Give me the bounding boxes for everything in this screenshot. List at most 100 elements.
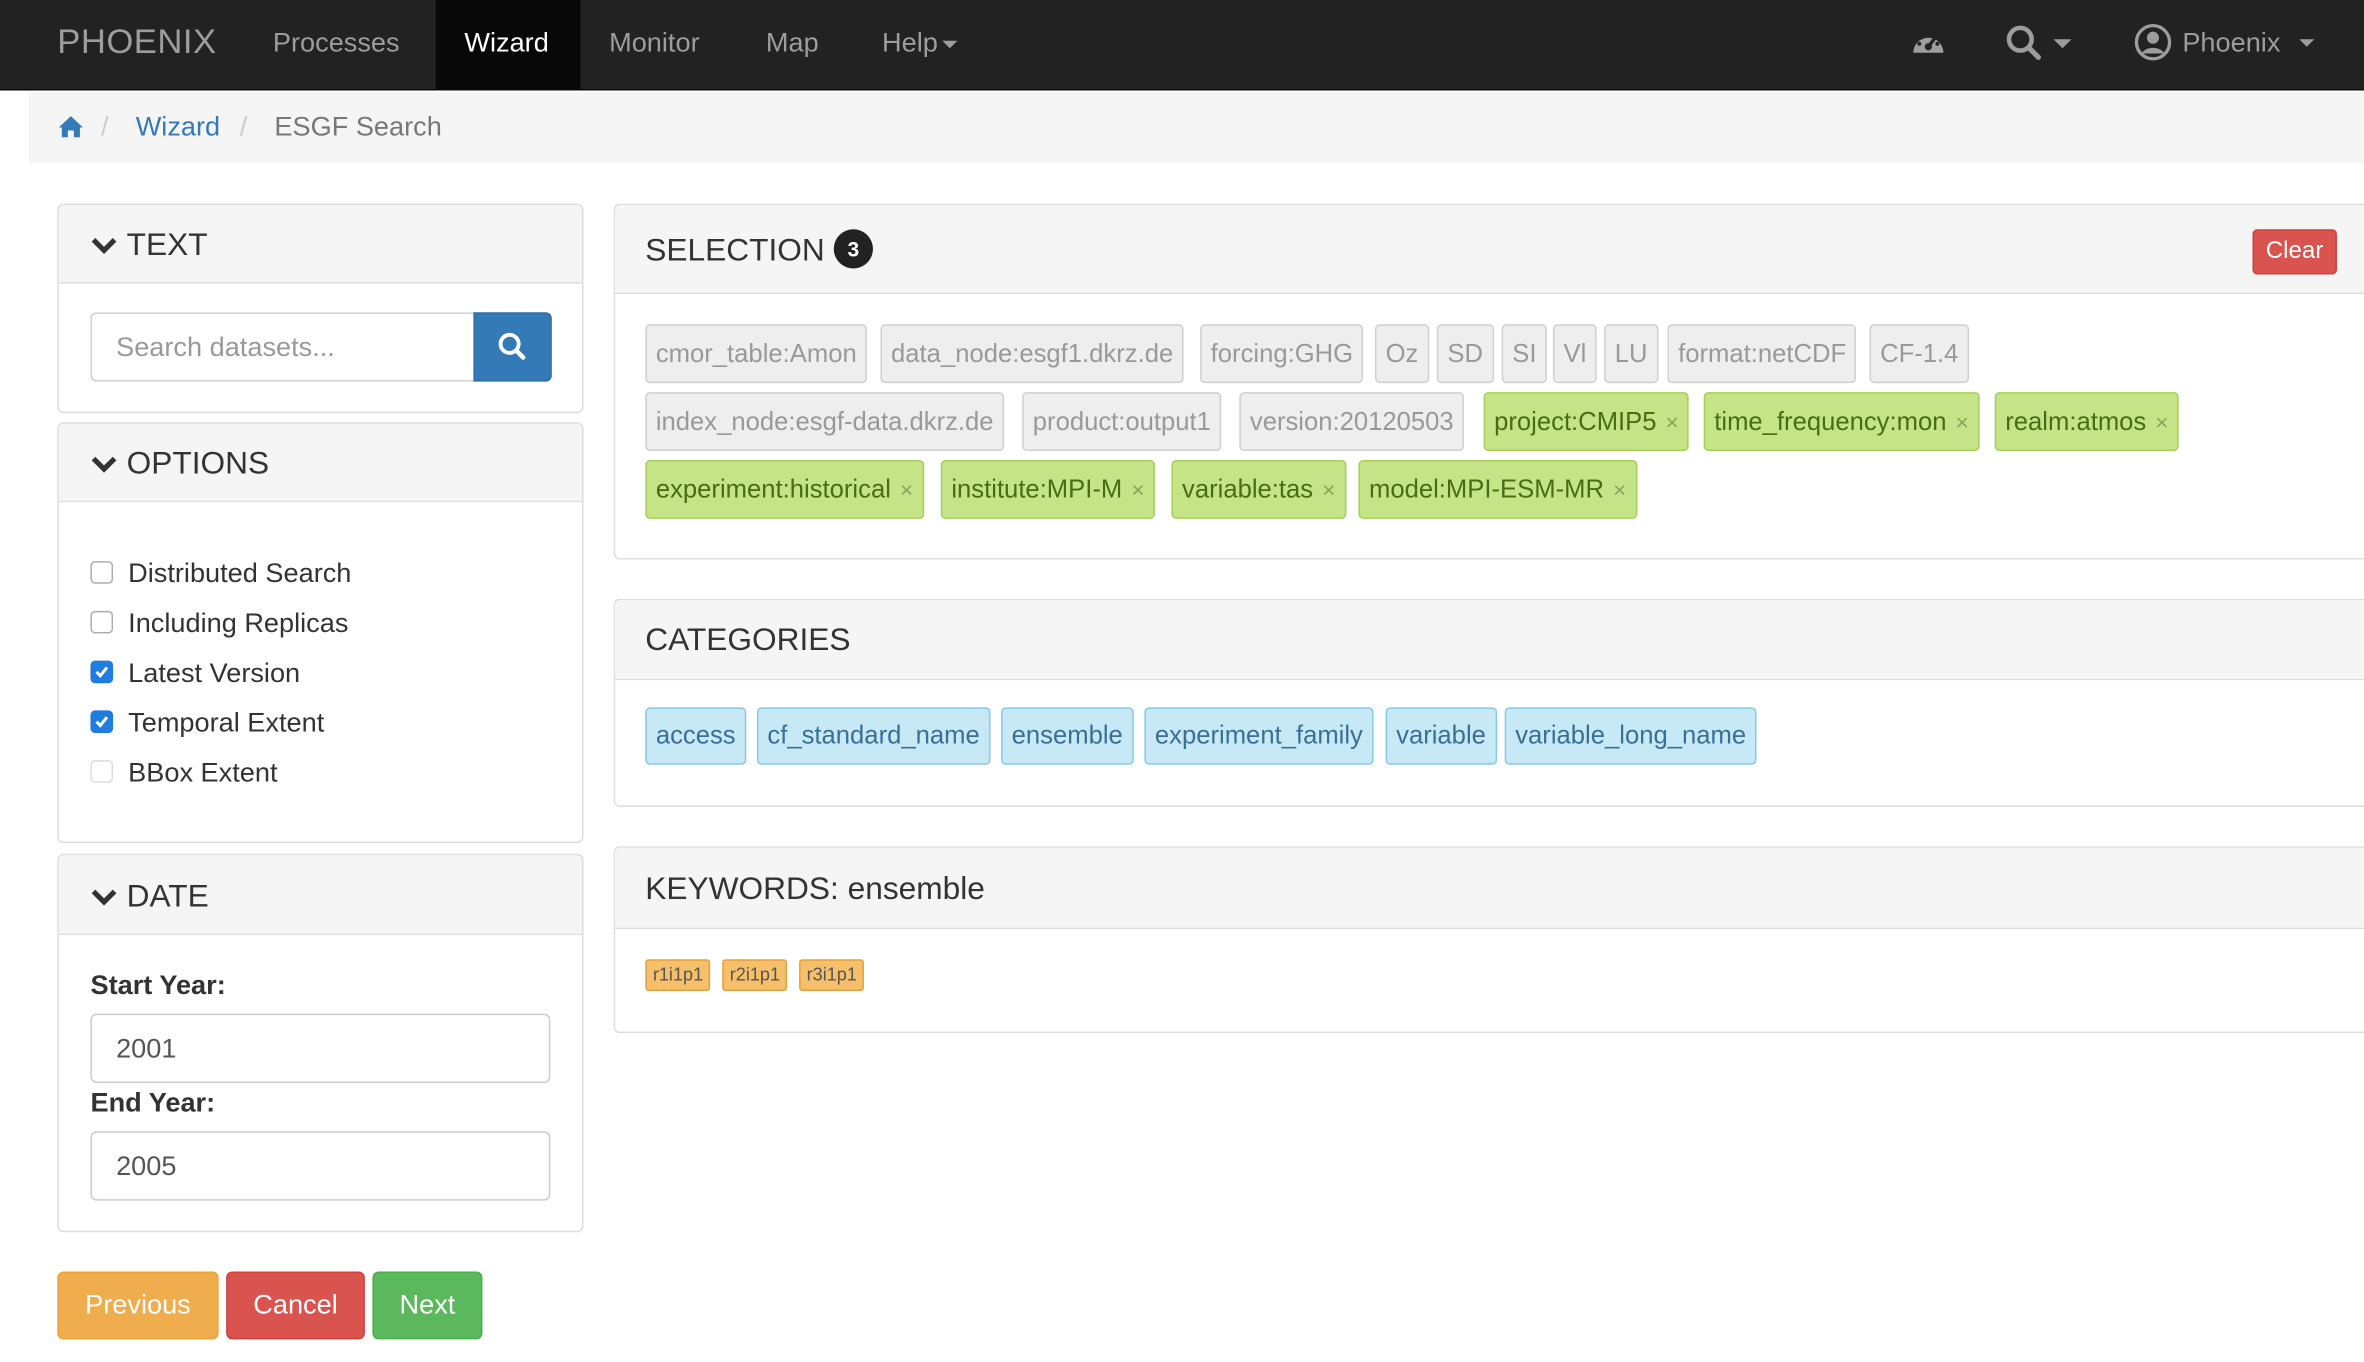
top-navbar: PHOENIX Processes Wizard Monitor Map Hel… <box>0 0 2364 91</box>
date-panel-heading[interactable]: DATE <box>58 855 582 936</box>
check-icon <box>95 715 109 728</box>
breadcrumb-separator: / <box>239 111 248 142</box>
options-panel-heading[interactable]: OPTIONS <box>58 423 582 503</box>
breadcrumb-wizard-link[interactable]: Wizard <box>136 112 220 144</box>
remove-icon[interactable]: × <box>1613 478 1626 504</box>
selection-title: SELECTION <box>645 233 825 268</box>
checkbox-checked[interactable] <box>90 710 114 733</box>
chevron-down-icon <box>91 238 117 255</box>
option-bbox-extent[interactable]: BBox Extent <box>90 754 278 790</box>
search-button[interactable] <box>473 312 552 382</box>
option-temporal-extent[interactable]: Temporal Extent <box>90 704 324 740</box>
option-label: Temporal Extent <box>128 707 325 738</box>
remove-icon[interactable]: × <box>1956 410 1969 436</box>
facet-label: project:CMIP5 <box>1494 407 1657 436</box>
checkbox[interactable] <box>90 610 114 634</box>
end-year-input[interactable]: 2005 <box>90 1131 551 1201</box>
previous-button[interactable]: Previous <box>57 1271 219 1340</box>
facet-tag[interactable]: SI <box>1501 324 1547 384</box>
search-input[interactable] <box>90 312 475 382</box>
start-year-label: Start Year: <box>90 969 226 1001</box>
date-panel-title: DATE <box>126 879 209 915</box>
category-tag[interactable]: variable_long_name <box>1504 707 1757 765</box>
selected-facet-tag[interactable]: institute:MPI-M × <box>940 460 1156 519</box>
next-button[interactable]: Next <box>372 1271 483 1340</box>
option-latest-version[interactable]: Latest Version <box>90 655 300 691</box>
option-distributed-search[interactable]: Distributed Search <box>90 555 351 591</box>
user-menu[interactable]: Phoenix <box>2133 23 2315 62</box>
keyword-tag[interactable]: r3i1p1 <box>799 959 865 991</box>
facet-label: institute:MPI-M <box>951 475 1123 504</box>
selection-panel: SELECTION 3 Clear cmor_table:Amon data_no… <box>613 203 2364 560</box>
home-icon[interactable] <box>57 115 84 147</box>
nav-processes[interactable]: Processes <box>244 0 428 90</box>
checkbox[interactable] <box>90 759 114 783</box>
facet-label: experiment:historical <box>655 475 891 504</box>
chevron-down-icon <box>91 890 117 907</box>
nav-help[interactable]: Help <box>853 0 986 90</box>
option-label: BBox Extent <box>128 757 278 788</box>
search-menu-toggle[interactable] <box>2004 24 2076 71</box>
facet-tag[interactable]: product:output1 <box>1022 392 1222 451</box>
selected-facet-tag[interactable]: project:CMIP5 × <box>1483 392 1690 451</box>
search-icon <box>498 332 526 360</box>
chevron-down-icon <box>2299 38 2315 47</box>
remove-icon[interactable]: × <box>1322 478 1335 504</box>
facet-tag[interactable]: cmor_table:Amon <box>645 324 868 384</box>
date-panel-title-wrap: DATE <box>90 879 209 915</box>
date-panel: DATE Start Year: 2001 End Year: 2005 <box>57 853 584 1233</box>
category-tag[interactable]: access <box>645 707 747 765</box>
remove-icon[interactable]: × <box>900 478 913 504</box>
facet-tag[interactable]: Vl <box>1552 324 1597 384</box>
option-label: Including Replicas <box>128 607 349 639</box>
facet-tag[interactable]: version:20120503 <box>1239 392 1465 451</box>
facet-label: realm:atmos <box>2005 407 2147 436</box>
text-panel: TEXT <box>57 203 584 414</box>
keyword-tag[interactable]: r2i1p1 <box>722 959 788 991</box>
selected-facet-tag[interactable]: experiment:historical × <box>645 460 924 519</box>
facet-tag[interactable]: Oz <box>1375 324 1429 384</box>
option-label: Latest Version <box>128 657 301 688</box>
nav-wizard[interactable]: Wizard <box>435 0 581 91</box>
remove-icon[interactable]: × <box>1131 478 1144 504</box>
dashboard-icon[interactable] <box>1909 24 1948 68</box>
facet-tag[interactable]: format:netCDF <box>1667 324 1857 384</box>
facet-tag[interactable]: SD <box>1436 324 1494 384</box>
selected-facet-tag[interactable]: model:MPI-ESM-MR × <box>1358 460 1637 519</box>
facet-tag[interactable]: CF-1.4 <box>1869 324 1970 384</box>
nav-map[interactable]: Map <box>737 0 847 90</box>
facet-tag[interactable]: index_node:esgf-data.dkrz.de <box>645 392 1005 451</box>
selected-facet-tag[interactable]: variable:tas × <box>1171 460 1346 519</box>
category-tag[interactable]: cf_standard_name <box>756 707 991 765</box>
start-year-input[interactable]: 2001 <box>90 1013 551 1083</box>
selection-title-wrap: SELECTION 3 <box>645 229 874 271</box>
facet-tag[interactable]: data_node:esgf1.dkrz.de <box>880 324 1184 384</box>
category-tag[interactable]: ensemble <box>1001 707 1134 765</box>
option-including-replicas[interactable]: Including Replicas <box>90 605 348 641</box>
user-circle-icon <box>2134 23 2172 61</box>
selected-facet-tag[interactable]: time_frequency:mon × <box>1703 392 1980 451</box>
facet-tag[interactable]: forcing:GHG <box>1200 324 1364 384</box>
remove-icon[interactable]: × <box>2155 410 2168 436</box>
checkbox-checked[interactable] <box>90 660 114 683</box>
facet-label: model:MPI-ESM-MR <box>1368 475 1604 504</box>
nav-monitor[interactable]: Monitor <box>580 0 728 90</box>
selected-facet-tag[interactable]: realm:atmos × <box>1994 392 2180 451</box>
facet-tag[interactable]: LU <box>1604 324 1659 384</box>
clear-button[interactable]: Clear <box>2252 229 2337 275</box>
category-tag[interactable]: experiment_family <box>1144 707 1374 765</box>
end-year-label: End Year: <box>90 1087 216 1118</box>
options-panel: OPTIONS Distributed Search Including Rep… <box>57 422 584 844</box>
keyword-tag[interactable]: r1i1p1 <box>645 959 711 991</box>
nav-help-label: Help <box>882 27 938 58</box>
breadcrumb: / Wizard / ESGF Search <box>28 92 2364 163</box>
selection-panel-heading: SELECTION 3 Clear <box>615 205 2364 295</box>
facet-label: variable:tas <box>1182 475 1314 504</box>
category-tag[interactable]: variable <box>1385 707 1497 765</box>
categories-title: CATEGORIES <box>645 622 851 658</box>
text-panel-heading[interactable]: TEXT <box>58 205 582 284</box>
brand-logo[interactable]: PHOENIX <box>57 21 216 62</box>
remove-icon[interactable]: × <box>1666 410 1679 436</box>
cancel-button[interactable]: Cancel <box>226 1271 365 1340</box>
checkbox[interactable] <box>90 560 114 584</box>
